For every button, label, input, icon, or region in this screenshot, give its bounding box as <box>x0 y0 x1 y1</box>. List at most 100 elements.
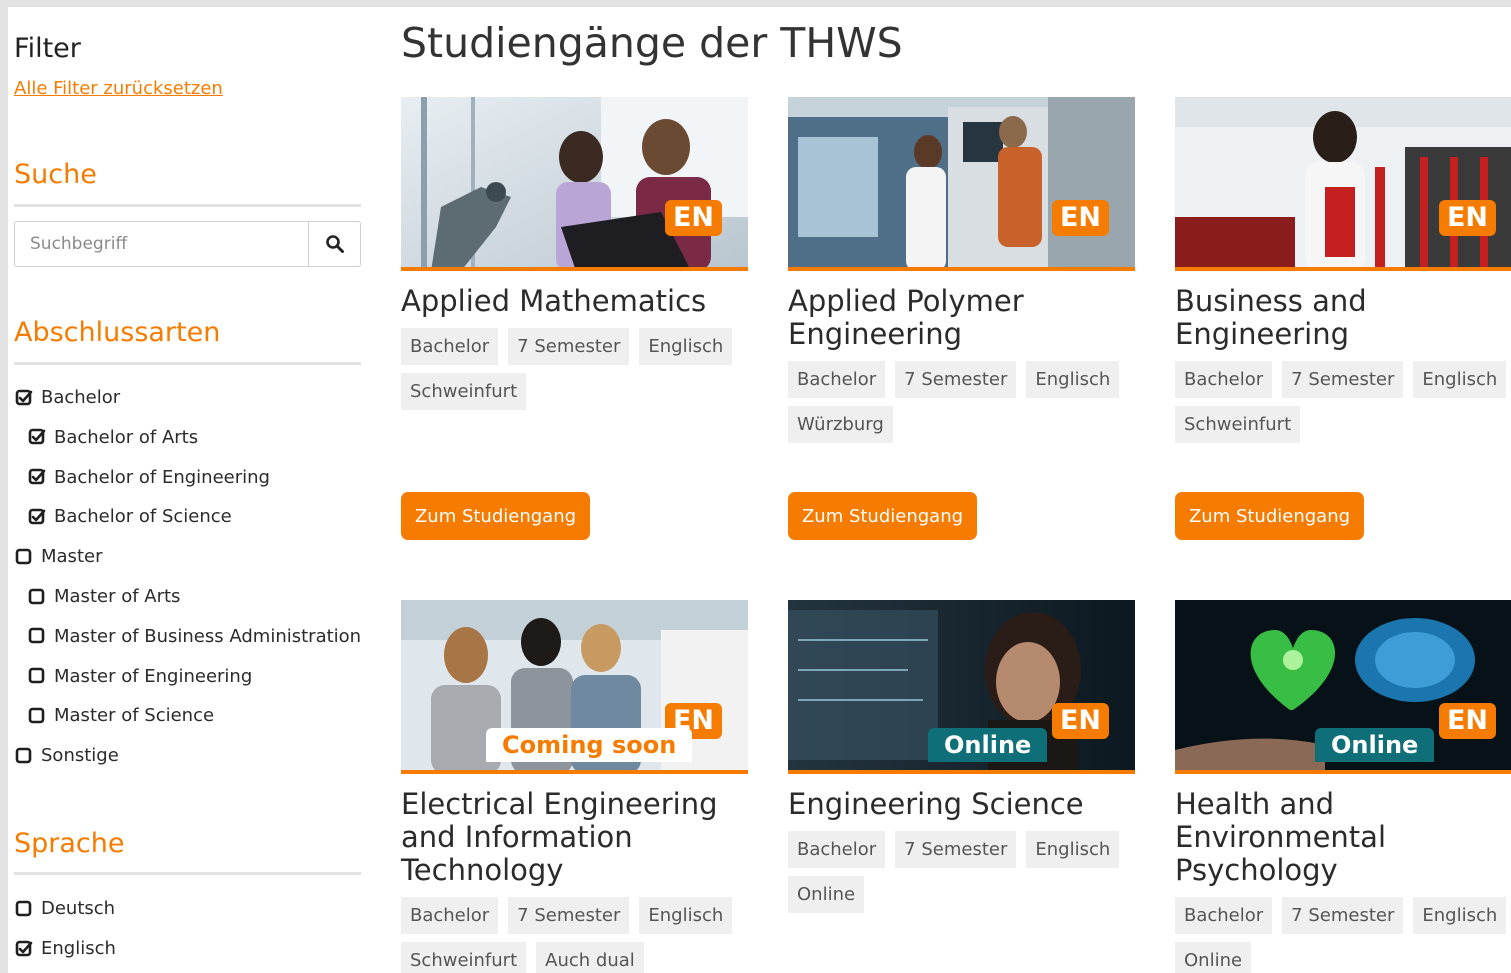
filter-option[interactable]: Englisch <box>14 938 116 959</box>
course-title[interactable]: Electrical Engineering and Information T… <box>401 788 748 887</box>
tag: Bachelor <box>401 897 499 934</box>
checkbox[interactable] <box>14 899 34 919</box>
checkbox[interactable] <box>27 427 47 447</box>
course-card: EN Applied Mathematics Bachelor 7 Semest… <box>401 97 748 540</box>
divider <box>14 204 361 207</box>
filter-option-label: Master of Arts <box>54 586 181 607</box>
tag: Schweinfurt <box>401 942 527 973</box>
checkbox[interactable] <box>14 388 34 408</box>
page-title: Studiengänge der THWS <box>401 19 903 67</box>
course-title-line: Environmental <box>1175 820 1387 854</box>
checkbox-empty-icon <box>15 548 32 564</box>
language-badge: EN <box>1051 703 1109 739</box>
tag: 7 Semester <box>1282 897 1404 934</box>
course-image[interactable]: EN <box>401 97 748 271</box>
filter-title: Filter <box>14 33 81 64</box>
checkbox[interactable] <box>27 706 47 726</box>
language-badge: EN <box>664 200 722 236</box>
course-title[interactable]: Applied Polymer Engineering <box>788 285 1135 351</box>
checkbox[interactable] <box>27 587 47 607</box>
tag: 7 Semester <box>895 831 1017 868</box>
filter-option[interactable]: Master of Arts <box>27 586 180 607</box>
tag: Online <box>1175 942 1252 973</box>
course-title-line: Psychology <box>1175 853 1338 887</box>
filter-option-label: Deutsch <box>41 898 116 919</box>
tag: 7 Semester <box>508 328 630 365</box>
filter-option[interactable]: Bachelor of Engineering <box>27 467 270 488</box>
course-title-line: Engineering <box>788 317 962 351</box>
tag: Schweinfurt <box>401 373 527 410</box>
checkbox[interactable] <box>27 666 47 686</box>
checkbox-checked-icon <box>28 428 46 445</box>
language-section-title: Sprache <box>14 828 125 859</box>
checkbox-empty-icon <box>28 588 45 604</box>
filter-option[interactable]: Deutsch <box>14 898 115 919</box>
checkbox[interactable] <box>14 746 34 766</box>
course-image[interactable]: EN Coming soon <box>401 600 748 774</box>
filter-option[interactable]: Bachelor of Science <box>27 506 232 527</box>
filter-option[interactable]: Bachelor of Arts <box>27 427 198 448</box>
checkbox-checked-icon <box>15 389 33 405</box>
filter-option-label: Master of Science <box>54 705 215 727</box>
tag: 7 Semester <box>895 361 1017 398</box>
course-title[interactable]: Engineering Science <box>788 788 1135 821</box>
filter-option[interactable]: Master of Science <box>27 705 214 726</box>
checkbox[interactable] <box>27 626 47 646</box>
checkbox-checked-icon <box>28 508 46 525</box>
course-title[interactable]: Health and Environmental Psychology <box>1175 788 1511 887</box>
tag: Englisch <box>1413 897 1507 934</box>
filter-option[interactable]: Master of Business Administration <box>27 626 361 647</box>
course-cta-button[interactable]: Zum Studiengang <box>788 492 977 540</box>
tag: Englisch <box>1026 361 1120 398</box>
course-tags: Bachelor 7 Semester Englisch Online <box>788 831 1135 921</box>
divider <box>14 872 361 875</box>
course-card: EN Applied Polymer Engineering Bachelor … <box>788 97 1135 540</box>
reset-filters-link[interactable]: Alle Filter zurücksetzen <box>14 78 223 99</box>
filter-option[interactable]: Sonstige <box>14 745 119 766</box>
course-tags: Bachelor 7 Semester Englisch Schweinfurt <box>1175 361 1511 451</box>
course-card: EN Online Engineering Science Bachelor 7… <box>788 600 1135 921</box>
course-image[interactable]: EN Online <box>788 600 1135 774</box>
filter-option[interactable]: Bachelor <box>14 387 120 408</box>
checkbox-empty-icon <box>15 900 32 916</box>
search-input[interactable] <box>15 222 308 266</box>
checkbox[interactable] <box>27 507 47 527</box>
checkbox[interactable] <box>14 547 34 567</box>
checkbox[interactable] <box>27 467 47 487</box>
status-badge: Coming soon <box>486 728 693 762</box>
machine-photo <box>788 97 1135 267</box>
course-tags: Bachelor 7 Semester Englisch Schweinfurt… <box>401 897 748 973</box>
checkbox-empty-icon <box>28 627 45 644</box>
course-image[interactable]: EN <box>788 97 1135 271</box>
tag: Online <box>788 876 865 913</box>
filter-option-label: Bachelor <box>41 387 121 408</box>
filter-option-label: Sonstige <box>41 745 119 767</box>
language-badge: EN <box>1438 200 1496 236</box>
language-badge: EN <box>1051 200 1109 236</box>
search-box <box>14 221 361 267</box>
filter-option-label: Bachelor of Science <box>54 506 232 528</box>
filter-option[interactable]: Master <box>14 546 102 567</box>
filter-option-label: Bachelor of Engineering <box>54 466 270 488</box>
course-tags: Bachelor 7 Semester Englisch Online <box>1175 897 1511 973</box>
course-image[interactable]: EN <box>1175 97 1511 271</box>
filter-option-label: Master <box>41 546 103 568</box>
tag: Englisch <box>639 328 733 365</box>
tag: Auch dual <box>536 942 644 973</box>
course-card: EN Coming soon Electrical Engineering an… <box>401 600 748 973</box>
course-cta-button[interactable]: Zum Studiengang <box>1175 492 1364 540</box>
tag: Englisch <box>639 897 733 934</box>
search-icon <box>325 235 344 253</box>
course-tags: Bachelor 7 Semester Englisch Schweinfurt <box>401 328 748 418</box>
checkbox-checked-icon <box>28 468 46 485</box>
language-badge: EN <box>1438 703 1496 739</box>
search-button[interactable] <box>308 222 360 266</box>
checkbox[interactable] <box>14 939 34 959</box>
divider <box>14 362 361 365</box>
tag: Bachelor <box>1175 897 1273 934</box>
course-title[interactable]: Applied Mathematics <box>401 285 748 318</box>
course-cta-button[interactable]: Zum Studiengang <box>401 492 590 540</box>
course-title[interactable]: Business and Engineering <box>1175 285 1511 351</box>
course-image[interactable]: EN Online <box>1175 600 1511 774</box>
filter-option[interactable]: Master of Engineering <box>27 666 252 687</box>
